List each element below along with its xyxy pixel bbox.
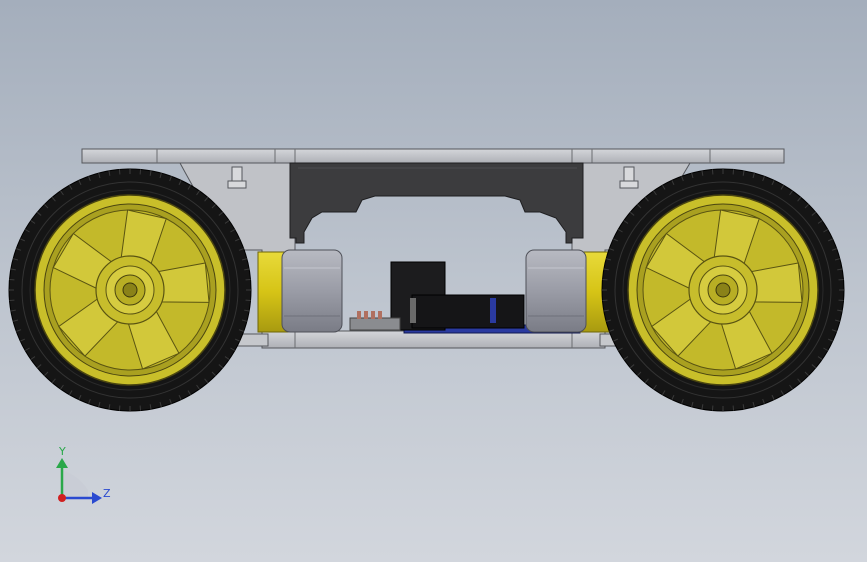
- y-axis-arrow: [56, 458, 68, 468]
- robot-car-model-side-view[interactable]: Y Z: [0, 0, 867, 562]
- coordinate-triad: Y Z: [56, 445, 111, 504]
- triad-origin: [58, 494, 66, 502]
- z-axis-label: Z: [103, 487, 111, 500]
- graphics-viewport[interactable]: Y Z: [0, 0, 867, 562]
- right-wheel: [601, 168, 845, 412]
- black-module-long: [411, 294, 525, 329]
- y-axis-label: Y: [58, 445, 66, 458]
- right-motor: [525, 249, 611, 333]
- left-wheel: [8, 168, 252, 412]
- bottom-plate: [261, 330, 606, 349]
- z-axis-arrow: [92, 492, 102, 504]
- top-plate: [81, 148, 785, 164]
- left-motor: [257, 249, 343, 333]
- battery-bracket: [289, 162, 584, 244]
